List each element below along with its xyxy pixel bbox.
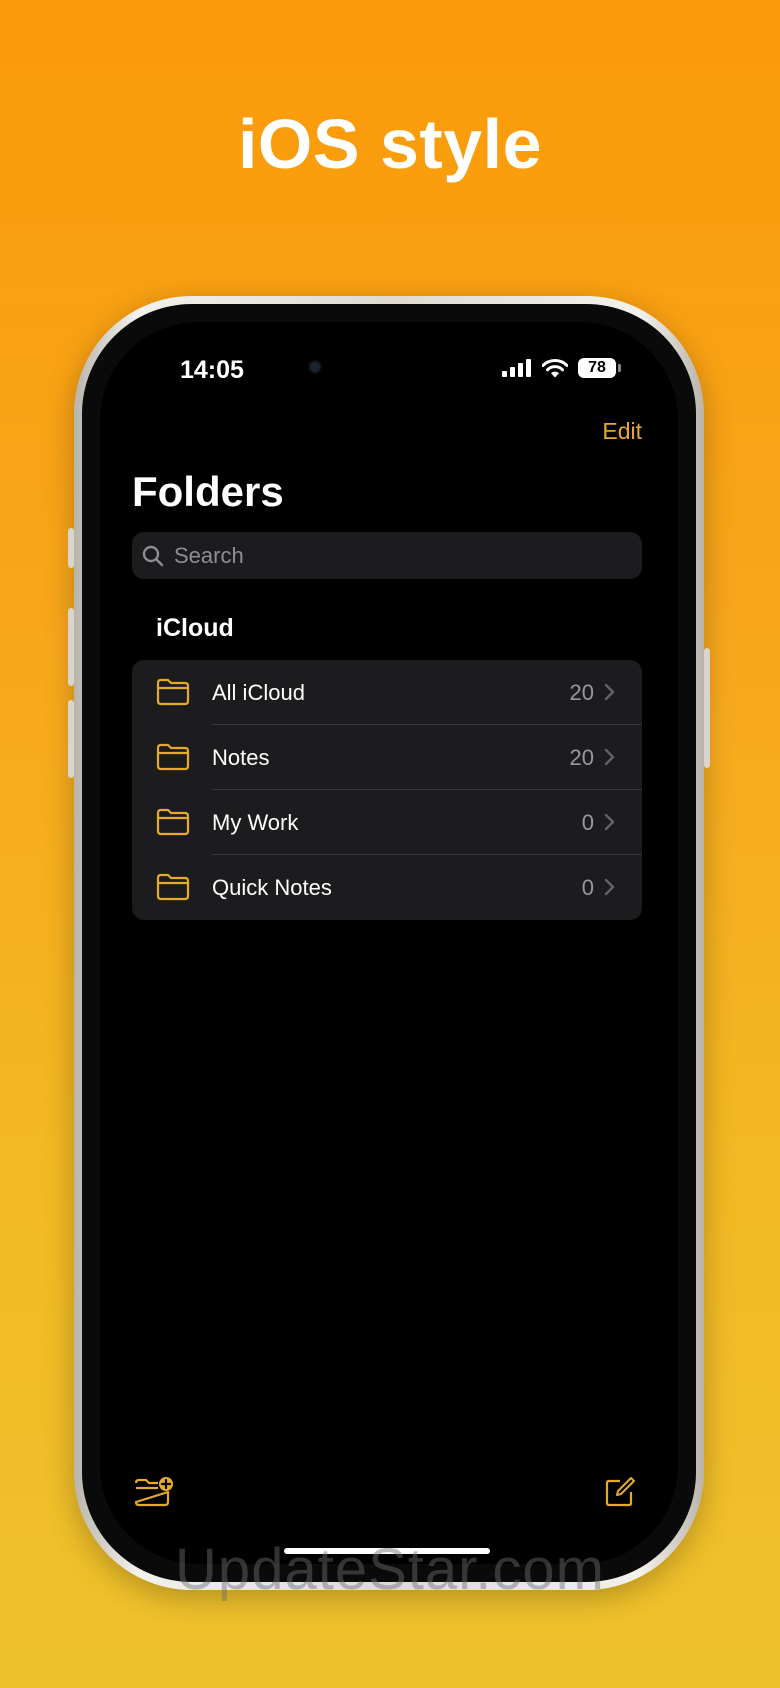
folder-plus-icon [134,1477,173,1507]
section-header-icloud: iCloud [156,614,234,642]
chevron-right-icon [604,748,615,766]
compose-button[interactable] [604,1476,636,1513]
new-folder-button[interactable] [134,1476,174,1513]
search-icon [142,545,164,566]
folder-count: 20 [569,745,594,770]
folder-name: My Work [212,810,299,835]
status-icons: 78 [502,358,621,378]
folder-list: All iCloud 20 Notes 20 My Work 0 Quick N… [132,660,642,920]
folder-icon [156,743,190,771]
folder-row-notes[interactable]: Notes 20 [132,725,642,790]
folder-name: Notes [212,745,270,770]
phone-frame: 14:05 78 Edit Folders Search iCloud All … [68,296,710,1590]
search-bar[interactable] [132,532,642,579]
page-title: Folders [132,468,284,515]
action-button [68,528,74,568]
battery-icon: 78 [578,358,621,378]
chevron-right-icon [604,878,615,896]
compose-icon [605,1477,635,1507]
battery-nub [618,364,621,372]
power-button [704,648,710,768]
folder-name: Quick Notes [212,875,332,900]
cellular-signal-icon [502,359,531,377]
battery-level: 78 [588,359,606,376]
phone-bezel: 14:05 78 Edit Folders Search iCloud All … [82,304,696,1582]
front-camera-icon [310,362,320,372]
screen: 14:05 78 Edit Folders Search iCloud All … [100,322,678,1564]
chevron-right-icon [604,813,615,831]
folder-icon [156,808,190,836]
folder-count: 20 [569,680,594,705]
chevron-right-icon [604,683,615,701]
edit-button[interactable]: Edit [602,418,642,445]
watermark: UpdateStar.com [175,1537,605,1602]
volume-down-button [68,700,74,778]
folder-count: 0 [581,810,594,835]
folder-row-all-icloud[interactable]: All iCloud 20 [132,660,642,725]
headline: iOS style [237,105,543,183]
status-time: 14:05 [180,356,244,384]
folder-icon [156,873,190,901]
folder-name: All iCloud [212,680,305,705]
folder-row-quick-notes[interactable]: Quick Notes 0 [132,855,642,920]
search-input[interactable] [172,541,576,570]
folder-row-my-work[interactable]: My Work 0 [132,790,642,855]
folder-icon [156,678,190,706]
volume-up-button [68,608,74,686]
folder-count: 0 [581,875,594,900]
wifi-icon [542,358,568,377]
